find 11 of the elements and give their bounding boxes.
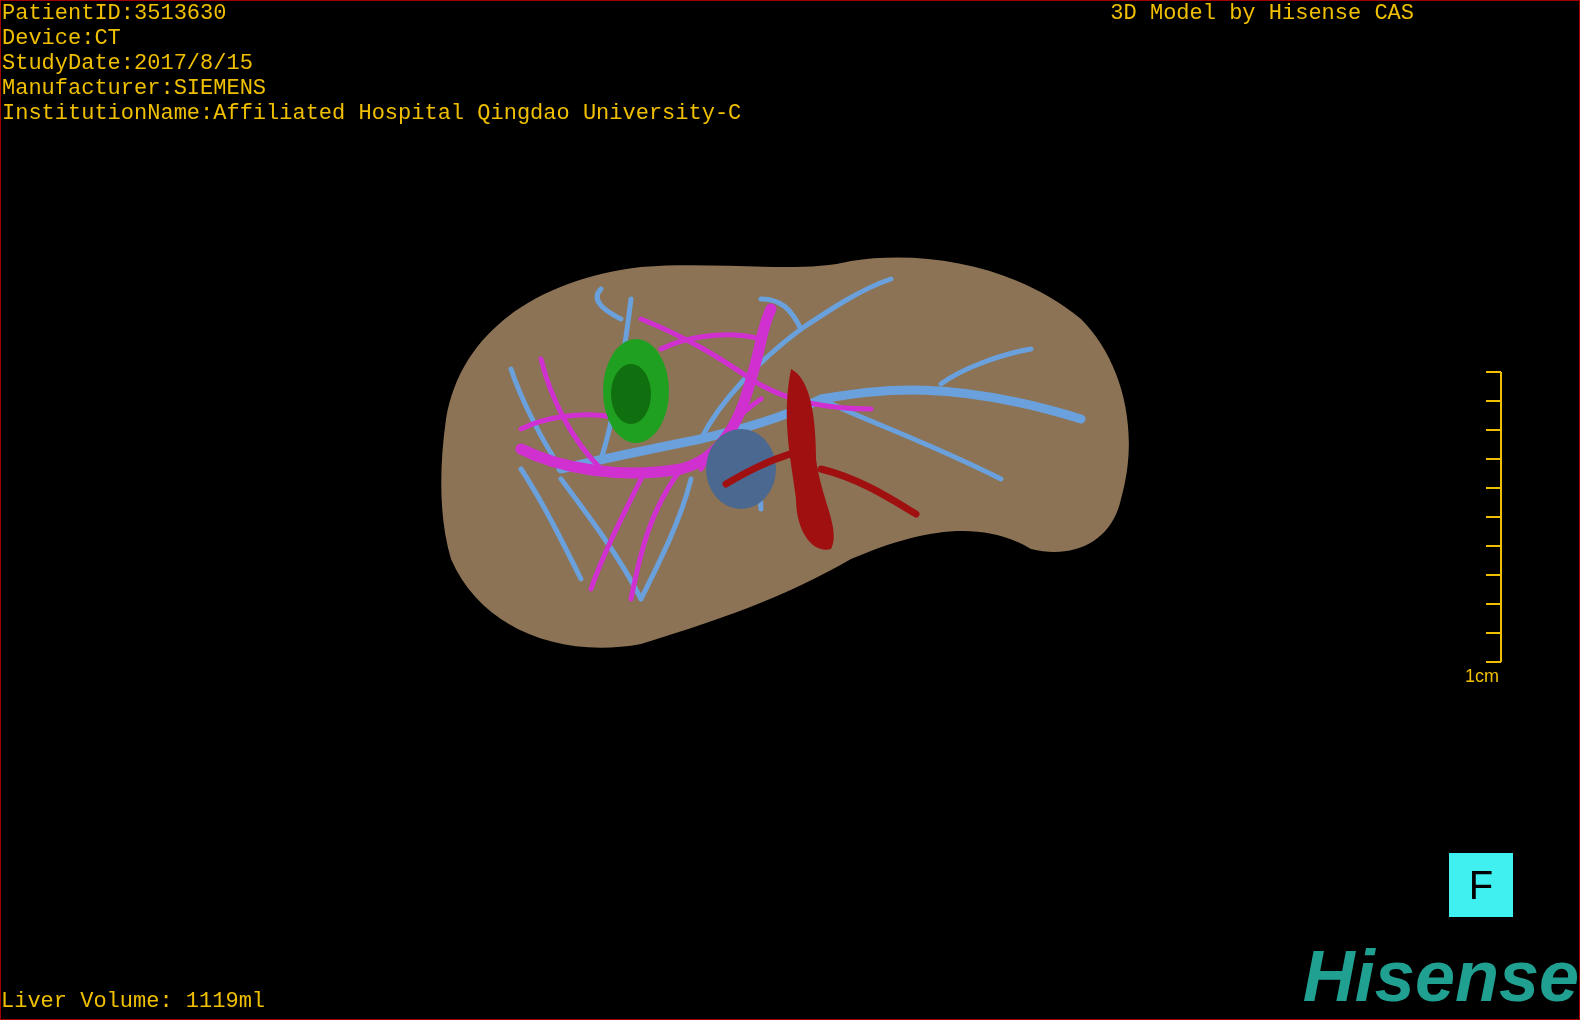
app-title: 3D Model by Hisense CAS	[1110, 1, 1414, 28]
orientation-marker: F	[1449, 853, 1513, 917]
brand-logo: Hisense	[1302, 945, 1579, 1007]
info-text: Manufacturer:SIEMENS	[2, 76, 268, 101]
info-text: StudyDate:2017/8/15	[2, 51, 254, 76]
scale-ruler-icon	[1484, 371, 1504, 663]
scale-label: 1cm	[1465, 665, 1499, 687]
liver-volume-text: Liver Volume: 1119ml	[1, 989, 266, 1014]
info-text: Device:CT	[2, 26, 122, 51]
info-text: InstitutionName:Affiliated Hospital Qingdao University-C	[2, 101, 742, 126]
info-text: PatientID:3513630	[2, 1, 228, 26]
